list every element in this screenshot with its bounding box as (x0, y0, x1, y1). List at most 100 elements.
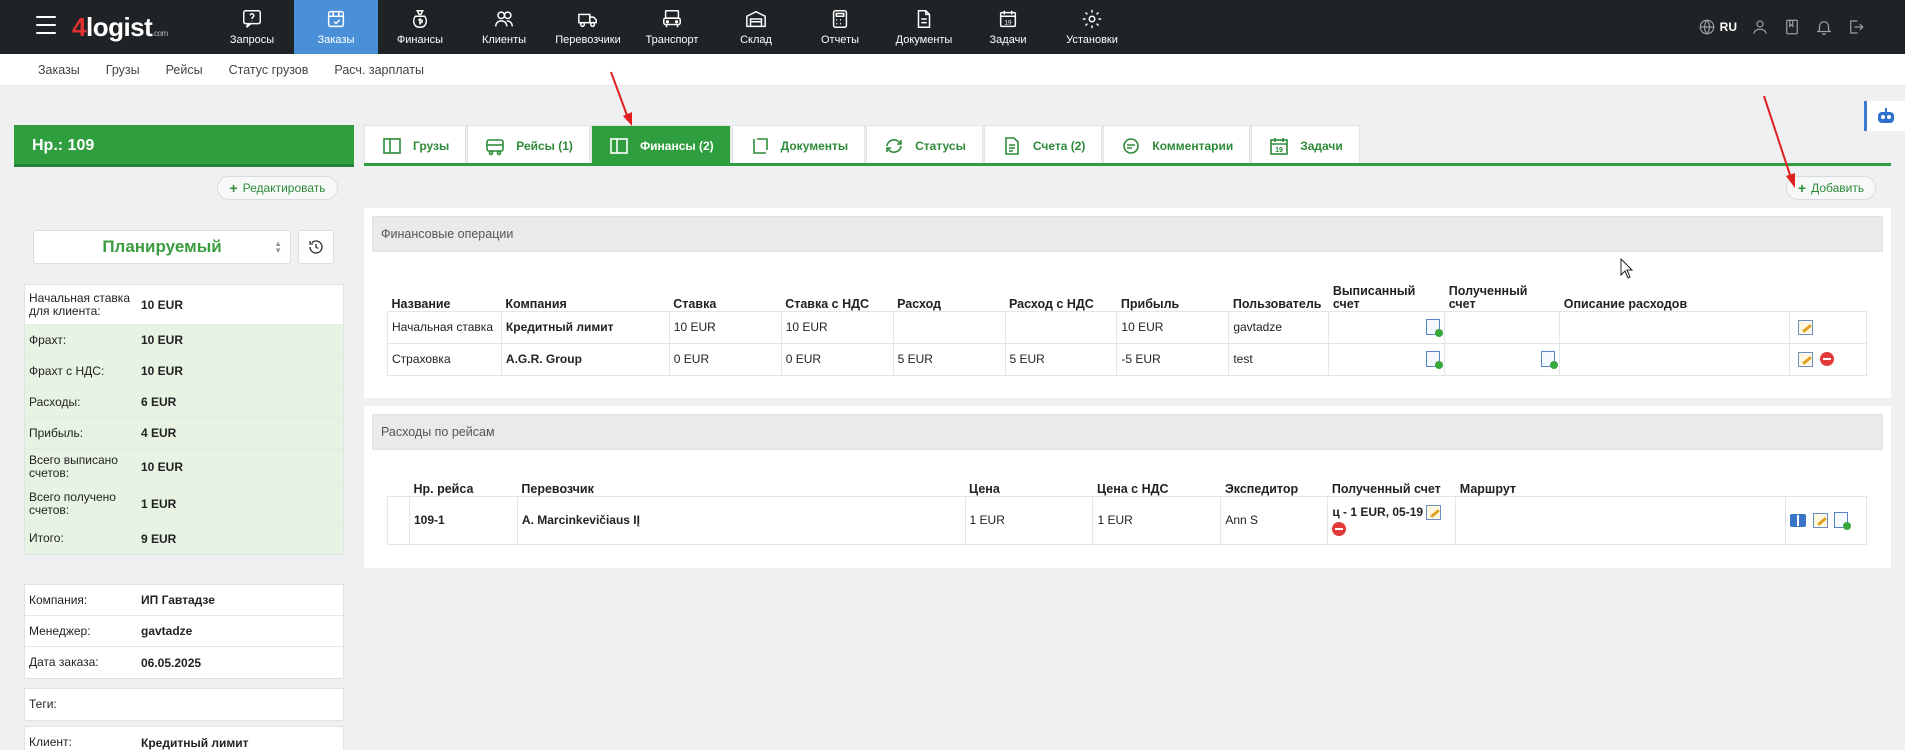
summary-label: Всего получено счетов: (29, 490, 116, 517)
plus-icon: + (1797, 180, 1807, 196)
summary-value: 10 EUR (141, 333, 184, 347)
subnav-link[interactable]: Рейсы (166, 63, 203, 77)
delete-icon[interactable] (1819, 352, 1834, 367)
summary-value: 9 EUR (141, 531, 177, 546)
edit-order-button[interactable]: + Редактировать (217, 176, 338, 200)
open-book-icon[interactable] (1790, 513, 1806, 527)
document-icon (917, 10, 931, 28)
cell-rate: 0 EUR (668, 342, 782, 376)
top-right-tools: RU (1698, 0, 1865, 54)
trip-expenses-title: Расходы по рейсам (372, 414, 1883, 450)
notes-icon[interactable] (1783, 18, 1801, 36)
edit-icon[interactable] (1797, 351, 1813, 367)
column-header: Маршрут (1459, 481, 1517, 496)
summary-row: Всего получено счетов: 1 EUR (25, 486, 343, 523)
order-info-row: Менеджер: gavtadze (25, 616, 343, 647)
subnav-link[interactable]: Грузы (106, 63, 140, 77)
summary-label: Итого: (29, 531, 64, 545)
language-selector[interactable]: RU (1698, 18, 1737, 36)
table-row: Страховка A.G.R. Group 0 EUR 0 EUR 5 EUR 5 EU… (387, 342, 1868, 376)
logout-icon[interactable] (1847, 18, 1865, 36)
cell-name: Начальная ставка (387, 310, 502, 344)
tab-finance-panel[interactable]: Финансы (2) (590, 125, 731, 165)
delete-icon[interactable] (1332, 521, 1347, 536)
table-row: 109-1 A. Marcinkevičiaus IĮ 1 EUR 1 EUR … (387, 495, 1867, 545)
cell-carrier[interactable]: A. Marcinkevičiaus IĮ (516, 495, 966, 545)
tab-bus[interactable]: Рейсы (1) (467, 125, 590, 165)
cell-company: Кредитный лимит (500, 310, 670, 344)
order-tabs: Грузы Рейсы (1) Финансы (2) Документы Статус… (364, 125, 1361, 165)
nav-item-vehicle[interactable]: Транспорт (630, 0, 714, 54)
order-info-row: Компания: ИП Гавтадзе (25, 585, 343, 616)
add-document-icon[interactable] (1541, 351, 1559, 369)
status-history-button[interactable] (298, 230, 334, 264)
subnav-link[interactable]: Статус грузов (229, 63, 309, 77)
trip-expenses-panel: Расходы по рейсам Нр. рейса Перевозчик Цен… (364, 406, 1891, 568)
tab-label: Документы (780, 138, 849, 153)
nav-item-chat-question[interactable]: Запросы (210, 0, 294, 54)
chat-question-icon (243, 10, 261, 28)
financial-operations-table: Название Компания Ставка Ставка с НДС Расход… (387, 274, 1868, 376)
tab-calendar-19[interactable]: 19 Задачи (1251, 125, 1360, 165)
cell-issued (1328, 310, 1446, 344)
cell-profit: 10 EUR (1116, 310, 1230, 344)
menu-icon[interactable] (36, 16, 56, 34)
tab-invoice[interactable]: Счета (2) (983, 125, 1103, 165)
edit-icon[interactable] (1426, 505, 1442, 521)
add-document-icon[interactable] (1834, 512, 1852, 530)
nav-item-gear[interactable]: Установки (1050, 0, 1134, 54)
nav-item-truck[interactable]: Перевозчики (546, 0, 630, 54)
users-icon (495, 11, 513, 27)
user-icon[interactable] (1751, 18, 1769, 36)
nav-item-calculator[interactable]: Отчеты (798, 0, 882, 54)
column-header: Экспедитор (1224, 481, 1299, 496)
summary-row: Всего выписано счетов: 10 EUR (25, 449, 343, 486)
summary-label: Всего выписано счетов: (29, 453, 118, 480)
nav-item-order-box[interactable]: Заказы (294, 0, 378, 54)
order-info-value: ИП Гавтадзе (141, 593, 215, 607)
order-info-row: Дата заказа: 06.05.2025 (25, 647, 343, 678)
cell-invoice: ц - 1 EUR, 05-19 (1327, 495, 1457, 545)
tags-box: Теги: (24, 688, 344, 721)
subnav-link[interactable]: Расч. зарплаты (334, 63, 424, 77)
tab-label: Грузы (413, 138, 450, 153)
tab-refresh[interactable]: Статусы (866, 125, 983, 165)
cell-trip[interactable]: 109-1 (408, 495, 518, 545)
tab-documents[interactable]: Документы (731, 125, 866, 165)
cell-expense (892, 310, 1006, 344)
summary-row: Начальная ставка для клиента: 10 EUR (25, 285, 343, 325)
cell-spacer (387, 495, 410, 545)
money-bag-icon (412, 10, 428, 28)
assistant-bot-button[interactable] (1864, 101, 1905, 131)
order-box-icon (327, 10, 345, 28)
add-operation-button[interactable]: + Добавить (1786, 176, 1876, 200)
summary-value: 1 EUR (141, 497, 177, 511)
cell-expense_vat: 5 EUR (1004, 342, 1118, 376)
tab-comment[interactable]: Комментарии (1103, 125, 1251, 165)
order-status-select[interactable]: Планируемый ▲ ▼ (33, 230, 291, 264)
tab-cargo[interactable]: Грузы (364, 125, 467, 165)
nav-item-warehouse[interactable]: Склад (714, 0, 798, 54)
edit-icon[interactable] (1812, 512, 1828, 528)
bell-icon[interactable] (1815, 18, 1833, 36)
logo[interactable]: 4logist.com (72, 12, 168, 43)
nav-label: Финансы (396, 34, 444, 46)
add-document-icon[interactable] (1426, 351, 1444, 369)
top-bar: 4logist.com Запросы Заказы Финансы Клиенты П… (0, 0, 1905, 54)
order-info-label: Менеджер: (29, 623, 91, 638)
summary-row: Расходы: 6 EUR (25, 387, 343, 418)
column-header: Компания (505, 296, 567, 311)
tags-row: Теги: (25, 689, 343, 720)
nav-item-document[interactable]: Документы (882, 0, 966, 54)
cell-expense: 5 EUR (892, 342, 1006, 376)
edit-icon[interactable] (1797, 319, 1813, 335)
subnav-link[interactable]: Заказы (38, 63, 80, 77)
column-header: Полученный счет (1331, 481, 1441, 496)
nav-item-users[interactable]: Клиенты (462, 0, 546, 54)
tab-label: Задачи (1300, 138, 1343, 153)
add-document-icon[interactable] (1426, 319, 1444, 337)
nav-item-calendar[interactable]: 19 Задачи (966, 0, 1050, 54)
summary-value: 4 EUR (141, 426, 177, 440)
order-info-value: gavtadze (141, 624, 193, 638)
nav-item-money-bag[interactable]: Финансы (378, 0, 462, 54)
